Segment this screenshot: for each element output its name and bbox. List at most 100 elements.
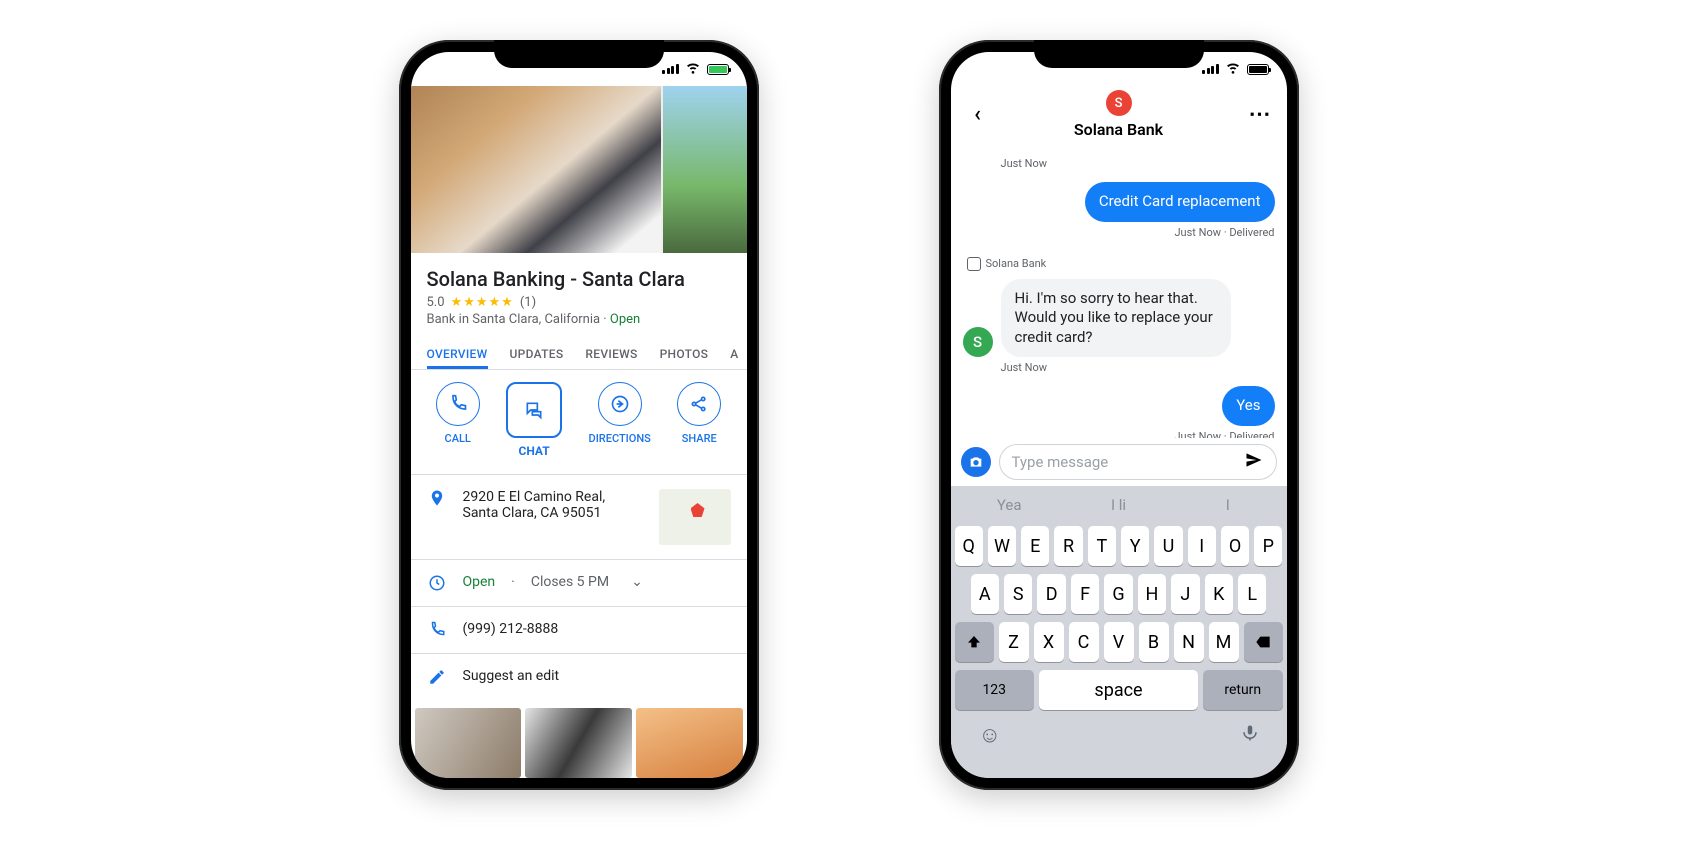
wifi-icon [685,59,701,79]
tab-photos[interactable]: PHOTOS [660,337,709,369]
backspace-key[interactable] [1244,622,1283,662]
chat-header: ‹ S Solana Bank ⋯ [951,86,1287,149]
rating-value: 5.0 [427,295,445,310]
chat-body[interactable]: Just Now Credit Card replacement Just No… [951,149,1287,438]
hours-row[interactable]: Open · Closes 5 PM ⌄ [411,559,747,606]
chat-icon [524,400,544,420]
key-k[interactable]: K [1205,574,1233,614]
phone-icon [448,394,468,414]
suggestion[interactable]: I [1173,496,1282,514]
key-o[interactable]: O [1221,526,1249,566]
key-l[interactable]: L [1238,574,1266,614]
back-button[interactable]: ‹ [963,102,993,127]
emoji-button[interactable]: ☺ [979,722,1001,750]
rating-count: (1) [520,295,536,310]
phone-row[interactable]: (999) 212-8888 [411,606,747,653]
shift-key[interactable] [955,622,994,662]
chat-title: Solana Bank [1074,120,1163,139]
numbers-key[interactable]: 123 [955,670,1035,710]
key-a[interactable]: A [971,574,999,614]
open-status: Open [610,312,640,327]
outgoing-message[interactable]: Yes [1222,386,1274,426]
suggestion[interactable]: Yea [955,496,1064,514]
map-thumbnail[interactable] [659,489,731,545]
gallery-thumb[interactable] [636,708,743,778]
pencil-icon [427,668,447,686]
wifi-icon [1225,59,1241,79]
send-button[interactable] [1244,450,1264,474]
message-composer: Type message [951,438,1287,486]
call-label: CALL [445,432,471,445]
key-t[interactable]: T [1088,526,1116,566]
keyboard-row-1: QWERTYUIOP [955,526,1283,566]
rating-row[interactable]: 5.0 ★★★★★ (1) [427,295,731,310]
key-h[interactable]: H [1138,574,1166,614]
hero-side-photo[interactable] [663,86,747,253]
key-c[interactable]: C [1069,622,1099,662]
space-key[interactable]: space [1039,670,1198,710]
phone-outline-icon [427,621,447,639]
backspace-icon [1253,634,1273,650]
camera-button[interactable] [961,447,991,477]
hours-status: Open [463,574,496,590]
photo-gallery [411,700,747,778]
call-button[interactable]: CALL [436,382,480,458]
key-w[interactable]: W [988,526,1016,566]
key-d[interactable]: D [1037,574,1065,614]
sender-avatar[interactable]: S [963,327,993,357]
pin-icon [427,489,447,507]
key-n[interactable]: N [1174,622,1204,662]
return-key[interactable]: return [1203,670,1283,710]
sender-label: Solana Bank [967,257,1275,271]
business-title: Solana Banking - Santa Clara [427,267,731,291]
tab-overview[interactable]: OVERVIEW [427,337,488,369]
address-row[interactable]: 2920 E El Camino Real, Santa Clara, CA 9… [411,474,747,559]
tab-about-partial[interactable]: A [730,337,738,369]
hero-main-photo[interactable] [411,86,662,253]
send-icon [1244,450,1264,470]
key-m[interactable]: M [1209,622,1239,662]
incoming-message[interactable]: Hi. I'm so sorry to hear that. Would you… [1001,279,1231,358]
key-z[interactable]: Z [999,622,1029,662]
address-text: 2920 E El Camino Real, Santa Clara, CA 9… [463,489,643,521]
key-g[interactable]: G [1104,574,1132,614]
suggestion[interactable]: I li [1064,496,1173,514]
tab-reviews[interactable]: REVIEWS [585,337,637,369]
key-r[interactable]: R [1054,526,1082,566]
share-label: SHARE [682,432,717,445]
tab-updates[interactable]: UPDATES [510,337,564,369]
key-v[interactable]: V [1104,622,1134,662]
key-s[interactable]: S [1004,574,1032,614]
key-x[interactable]: X [1034,622,1064,662]
phone-frame-listing: Solana Banking - Santa Clara 5.0 ★★★★★ (… [399,40,759,790]
chat-label: CHAT [519,444,550,458]
business-badge-icon [967,257,981,271]
key-b[interactable]: B [1139,622,1169,662]
key-y[interactable]: Y [1121,526,1149,566]
hours-closes: Closes 5 PM [531,574,609,590]
dictation-button[interactable] [1241,722,1259,750]
key-j[interactable]: J [1171,574,1199,614]
key-u[interactable]: U [1154,526,1182,566]
more-button[interactable]: ⋯ [1245,102,1275,127]
chat-button[interactable]: CHAT [506,382,562,458]
dot-separator: · [603,312,610,327]
directions-button[interactable]: DIRECTIONS [589,382,651,458]
suggest-edit-row[interactable]: Suggest an edit [411,653,747,700]
key-i[interactable]: I [1188,526,1216,566]
message-input[interactable]: Type message [999,444,1277,480]
phone-notch [1034,40,1204,68]
share-button[interactable]: SHARE [677,382,721,458]
keyboard-row-2: ASDFGHJKL [955,574,1283,614]
key-e[interactable]: E [1021,526,1049,566]
hero-photos[interactable] [411,86,747,253]
key-p[interactable]: P [1254,526,1282,566]
share-icon [689,394,709,414]
key-f[interactable]: F [1071,574,1099,614]
header-avatar[interactable]: S [1106,90,1132,116]
clock-icon [427,574,447,592]
gallery-thumb[interactable] [415,708,522,778]
gallery-thumb[interactable] [525,708,632,778]
outgoing-message[interactable]: Credit Card replacement [1085,182,1275,222]
key-q[interactable]: Q [955,526,983,566]
